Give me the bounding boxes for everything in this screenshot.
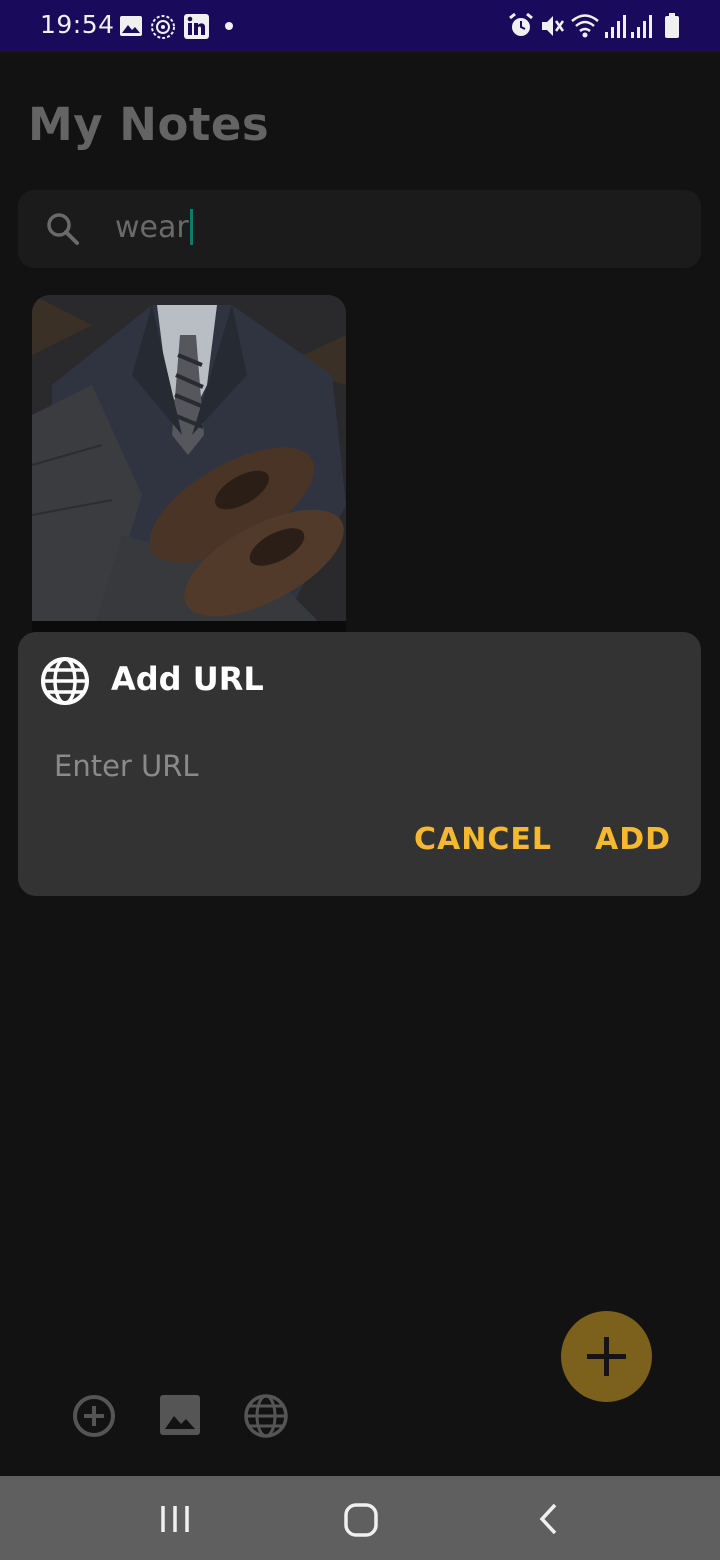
status-time: 19:54 [40, 10, 115, 39]
globe-icon[interactable] [243, 1393, 289, 1439]
globe-icon [41, 657, 89, 705]
signal-icon [631, 15, 652, 38]
signal-icon [605, 15, 626, 38]
page-title: My Notes [28, 98, 270, 151]
note-card[interactable] [32, 295, 346, 635]
navigation-bar [0, 1476, 720, 1560]
alarm-icon [509, 12, 533, 36]
cancel-button[interactable]: CANCEL [414, 822, 552, 857]
search-bar[interactable]: wear [18, 190, 701, 268]
add-circle-icon[interactable] [71, 1393, 117, 1439]
search-icon [47, 213, 79, 245]
search-input[interactable]: wear [115, 208, 193, 247]
dialog-title: Add URL [111, 660, 264, 698]
badge-icon [151, 15, 175, 39]
linkedin-icon [184, 14, 209, 39]
mute-icon [542, 16, 565, 36]
plus-icon [587, 1337, 626, 1376]
text-cursor [189, 208, 193, 245]
add-button[interactable]: ADD [595, 822, 671, 857]
battery-icon [665, 13, 679, 38]
status-bar: 19:54 [0, 0, 720, 52]
add-url-dialog: Add URL CANCEL ADD [18, 632, 701, 896]
image-icon [120, 16, 142, 36]
dot-icon [225, 22, 233, 30]
home-icon[interactable] [343, 1502, 379, 1538]
note-image [32, 295, 346, 635]
url-input[interactable] [54, 740, 664, 792]
add-note-button[interactable] [561, 1311, 652, 1402]
wifi-icon [571, 14, 599, 38]
search-value: wear [115, 210, 189, 245]
image-icon[interactable] [158, 1393, 202, 1437]
recent-apps-icon[interactable] [158, 1502, 192, 1536]
back-icon[interactable] [535, 1502, 563, 1536]
